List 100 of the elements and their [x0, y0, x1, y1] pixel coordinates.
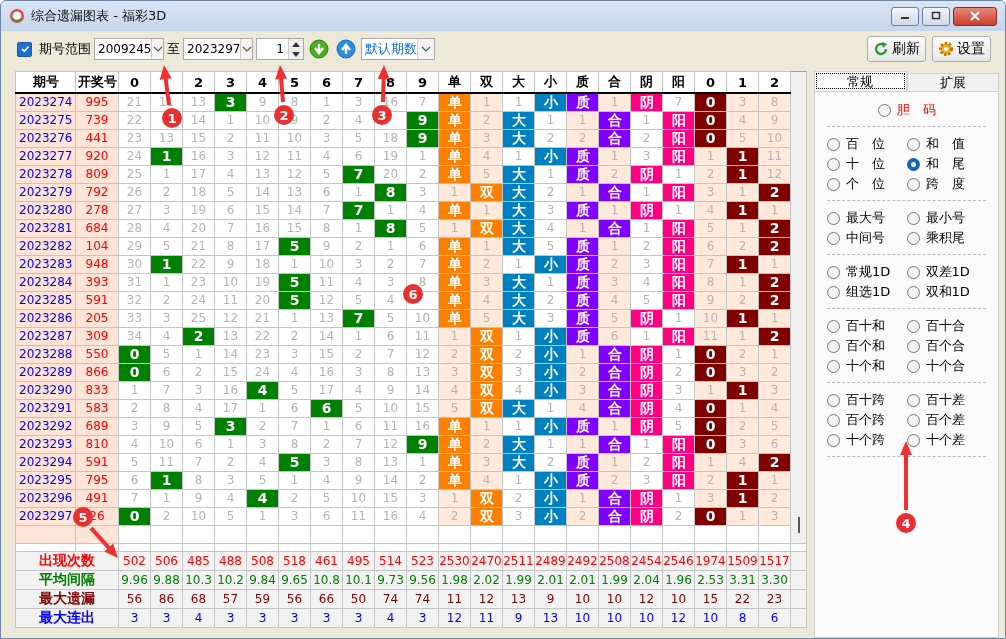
radio-button[interactable]: [827, 413, 840, 427]
radio-button[interactable]: [906, 319, 920, 333]
radio-option[interactable]: 双和1D: [906, 282, 986, 302]
radio-button[interactable]: [827, 359, 840, 373]
column-header: 期号: [15, 71, 76, 93]
radio-button[interactable]: [906, 211, 920, 225]
column-header: 单: [438, 71, 471, 93]
column-header: 2: [758, 71, 791, 93]
radio-option[interactable]: 和 尾: [906, 154, 986, 174]
radio-button[interactable]: [906, 137, 920, 151]
radio-option[interactable]: 最小号: [906, 208, 986, 228]
radio-option[interactable]: 十个和: [827, 356, 907, 376]
gear-icon: [938, 41, 954, 57]
radio-button[interactable]: [827, 211, 840, 225]
column-header: 9: [406, 71, 439, 93]
caret-icon: [152, 46, 163, 52]
maximize-button[interactable]: [922, 6, 950, 26]
caret-icon: [241, 46, 252, 52]
radio-option[interactable]: 十 位: [827, 154, 907, 174]
column-header: 合: [598, 71, 631, 93]
column-header: 大: [502, 71, 535, 93]
radio-button[interactable]: [906, 359, 920, 373]
radio-option[interactable]: 百个差: [906, 410, 986, 430]
radio-option[interactable]: 百十和: [827, 316, 907, 336]
radio-option[interactable]: 百个和: [827, 336, 907, 356]
radio-button[interactable]: [827, 319, 840, 333]
radio-button[interactable]: [827, 285, 840, 299]
radio-button[interactable]: [827, 157, 840, 171]
radio-option[interactable]: 乘积尾: [906, 228, 986, 248]
column-header: 4: [246, 71, 279, 93]
column-header: 开奖号: [75, 71, 119, 93]
column-header: 7: [342, 71, 375, 93]
period-mode-dropdown[interactable]: 默认期数: [361, 38, 435, 60]
radio-button[interactable]: [906, 339, 920, 353]
panel-tab[interactable]: 常规: [814, 71, 907, 91]
column-header: 阴: [630, 71, 663, 93]
radio-option[interactable]: 百 位: [827, 134, 907, 154]
radio-button[interactable]: [906, 231, 920, 245]
range-checkbox[interactable]: [17, 41, 32, 57]
radio-option[interactable]: 百十跨: [827, 390, 907, 410]
column-header: 双: [470, 71, 503, 93]
radio-button[interactable]: [827, 265, 840, 279]
radio-button[interactable]: [827, 339, 840, 353]
refresh-icon: [873, 41, 889, 57]
radio-option[interactable]: 十个合: [906, 356, 986, 376]
range-label: 期号范围: [39, 40, 91, 58]
column-header: 6: [310, 71, 343, 93]
radio-option[interactable]: 百个合: [906, 336, 986, 356]
column-header: 0: [694, 71, 727, 93]
radio-option[interactable]: 双差1D: [906, 262, 986, 282]
radio-button[interactable]: [906, 285, 920, 299]
radio-button[interactable]: [827, 177, 840, 191]
column-header: 1: [726, 71, 759, 93]
column-header: 质: [566, 71, 599, 93]
radio-button[interactable]: [906, 157, 920, 171]
to-label: 至: [167, 40, 180, 58]
radio-option[interactable]: 最大号: [827, 208, 907, 228]
radio-button[interactable]: [827, 137, 840, 151]
maximize-icon: [930, 11, 942, 21]
radio-option[interactable]: 常规1D: [827, 262, 907, 282]
count-spinner[interactable]: 1: [256, 38, 304, 60]
caret-icon: [421, 46, 431, 52]
column-header: 2: [182, 71, 215, 93]
settings-button[interactable]: 设置: [932, 36, 991, 62]
radio-button[interactable]: [906, 393, 920, 407]
radio-button[interactable]: [906, 433, 920, 447]
radio-option[interactable]: 百十合: [906, 316, 986, 336]
radio-option[interactable]: 百个跨: [827, 410, 907, 430]
window-title: 综合遗漏图表 - 福彩3D: [31, 7, 167, 25]
down-triangle-icon[interactable]: [292, 51, 300, 57]
close-button[interactable]: [953, 6, 997, 26]
start-period-dropdown[interactable]: 2009245: [94, 38, 164, 60]
radio-button[interactable]: [906, 177, 920, 191]
column-header: 小: [534, 71, 567, 93]
minimize-button[interactable]: [891, 6, 919, 26]
refresh-button[interactable]: 刷新: [867, 36, 926, 62]
panel-tab[interactable]: 扩展: [906, 73, 999, 91]
radio-button[interactable]: [906, 413, 920, 427]
radio-button[interactable]: [877, 103, 891, 117]
radio-option[interactable]: 和 值: [906, 134, 986, 154]
scrollbar-thumb[interactable]: [797, 517, 800, 533]
radio-option[interactable]: 跨 度: [906, 174, 986, 194]
radio-button[interactable]: [906, 265, 920, 279]
scrollbar[interactable]: [790, 71, 807, 544]
radio-option[interactable]: 中间号: [827, 228, 907, 248]
column-header: 3: [214, 71, 247, 93]
radio-button[interactable]: [827, 231, 840, 245]
column-header: 0: [118, 71, 151, 93]
radio-button[interactable]: [827, 433, 840, 447]
radio-option[interactable]: 组选1D: [827, 282, 907, 302]
radio-option[interactable]: 个 位: [827, 174, 907, 194]
checkmark-icon: [19, 44, 30, 54]
end-period-dropdown[interactable]: 2023297: [183, 38, 253, 60]
close-icon: [969, 11, 981, 21]
up-triangle-icon[interactable]: [292, 41, 300, 47]
radio-option[interactable]: 胆 码: [877, 100, 936, 120]
radio-option[interactable]: 百十差: [906, 390, 986, 410]
column-header: 阳: [662, 71, 695, 93]
radio-button[interactable]: [827, 393, 840, 407]
app-logo-icon: [9, 8, 25, 24]
